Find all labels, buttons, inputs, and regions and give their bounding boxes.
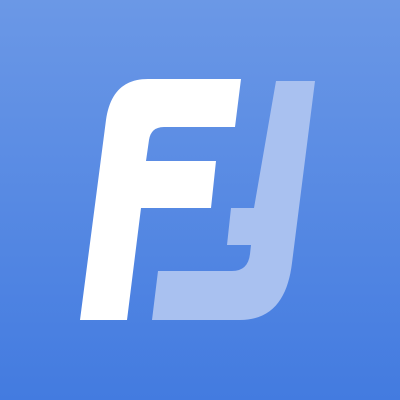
app-icon <box>0 0 400 400</box>
logo-mark <box>0 0 400 400</box>
